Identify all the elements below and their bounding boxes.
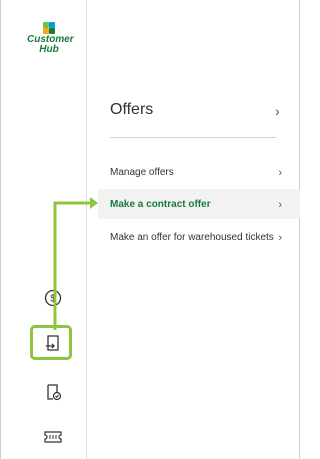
callout-arrow <box>53 197 98 330</box>
